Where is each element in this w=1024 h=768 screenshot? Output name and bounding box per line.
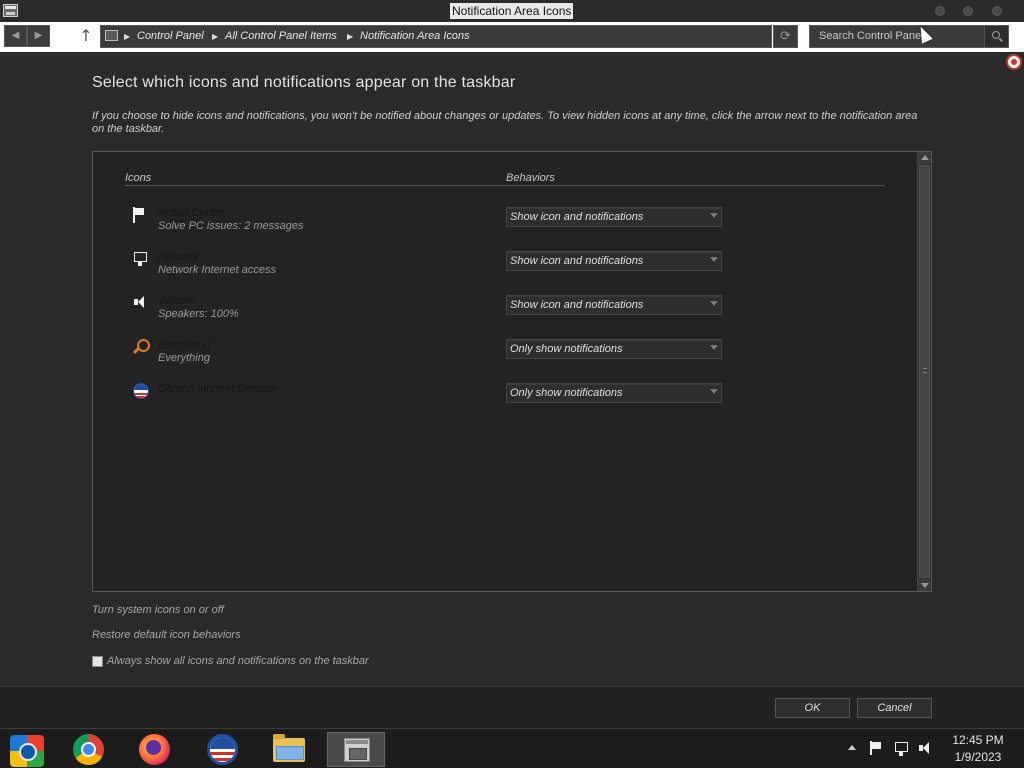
network-monitor-icon[interactable] — [894, 741, 908, 756]
system-icons-link[interactable]: Turn system icons on or off — [92, 604, 224, 616]
list-item-everything: Everything Everything Only show notifica… — [93, 339, 913, 383]
list-item-network: Network Network Internet access Show ico… — [93, 251, 913, 295]
window-title: Notification Area Icons — [450, 3, 574, 19]
item-description: Everything — [158, 352, 210, 364]
taskbar-file-explorer[interactable] — [260, 732, 318, 767]
magnifier-icon — [133, 339, 150, 355]
always-show-checkbox[interactable] — [92, 656, 103, 667]
list-item-obama-browser: Obama Internet Browser Only show notific… — [93, 383, 913, 427]
list-item-action-center: Action Center Solve PC issues: 2 message… — [93, 207, 913, 251]
breadcrumb-notification-area-icons[interactable]: Notification Area Icons — [360, 26, 470, 47]
taskbar-control-panel[interactable] — [327, 732, 385, 767]
obama-browser-icon — [207, 734, 238, 765]
firefox-icon — [139, 734, 170, 765]
behavior-value: Only show notifications — [510, 343, 623, 355]
search-placeholder: Search Control Panel — [819, 30, 924, 42]
title-bar: Notification Area Icons — [0, 0, 1024, 22]
breadcrumb-control-panel[interactable]: Control Panel — [137, 26, 204, 47]
maximize-button[interactable] — [963, 6, 973, 16]
search-icon — [992, 31, 1000, 39]
up-arrow-icon[interactable]: ↑ — [77, 26, 95, 46]
chevron-down-icon — [710, 345, 718, 350]
search-input[interactable]: Search Control Panel — [809, 25, 1009, 48]
behavior-value: Only show notifications — [510, 387, 623, 399]
chevron-down-icon — [710, 257, 718, 262]
taskbar-obama-browser[interactable] — [194, 732, 252, 767]
item-description: Solve PC issues: 2 messages — [158, 220, 304, 232]
chrome-icon — [73, 734, 104, 765]
show-hidden-icons-arrow-icon[interactable] — [848, 745, 856, 750]
scroll-up-arrow-icon[interactable] — [918, 152, 931, 164]
icons-column-header: Icons — [125, 172, 152, 184]
vertical-scrollbar[interactable] — [917, 152, 931, 591]
taskbar: 12:45 PM 1/9/2023 — [0, 728, 1024, 768]
control-panel-icon — [105, 30, 118, 41]
speaker-icon — [133, 295, 149, 311]
help-icon[interactable] — [1006, 54, 1022, 70]
item-name: Volume — [158, 295, 195, 307]
main-content: Select which icons and notifications app… — [0, 52, 1024, 686]
page-title: Select which icons and notifications app… — [92, 74, 516, 91]
item-name: Action Center — [158, 207, 225, 219]
chevron-down-icon — [710, 389, 718, 394]
header-divider — [125, 185, 885, 186]
item-description: Network Internet access — [158, 264, 276, 276]
chevron-right-icon[interactable]: ▶ — [347, 26, 353, 47]
clock-time: 12:45 PM — [952, 733, 1004, 747]
address-toolbar: ◀ ▶ ↑ ▶ Control Panel ▶ All Control Pane… — [0, 22, 1024, 52]
behavior-value: Show icon and notifications — [510, 211, 644, 223]
forward-button[interactable]: ▶ — [27, 25, 50, 47]
behavior-dropdown[interactable]: Show icon and notifications — [506, 251, 722, 271]
ok-button[interactable]: OK — [775, 698, 850, 718]
always-show-label[interactable]: Always show all icons and notifications … — [107, 655, 369, 667]
taskbar-chrome[interactable] — [60, 732, 118, 767]
start-button[interactable] — [0, 732, 58, 767]
obama-logo-icon — [133, 383, 149, 399]
behaviors-column-header: Behaviors — [506, 172, 555, 184]
behavior-value: Show icon and notifications — [510, 255, 644, 267]
behavior-dropdown[interactable]: Show icon and notifications — [506, 295, 722, 315]
icons-list-panel: Icons Behaviors Action Center Solve PC i… — [92, 151, 932, 592]
taskbar-firefox[interactable] — [126, 732, 184, 767]
clock[interactable]: 12:45 PM 1/9/2023 — [946, 732, 1010, 766]
list-item-volume: Volume Speakers: 100% Show icon and noti… — [93, 295, 913, 339]
chevron-right-icon[interactable]: ▶ — [212, 26, 218, 47]
behavior-dropdown[interactable]: Show icon and notifications — [506, 207, 722, 227]
close-button[interactable] — [992, 6, 1002, 16]
breadcrumb-all-items[interactable]: All Control Panel Items — [225, 26, 337, 47]
control-panel-icon — [344, 738, 370, 762]
scroll-thumb[interactable] — [919, 165, 930, 578]
chevron-right-icon[interactable]: ▶ — [124, 26, 130, 47]
behavior-value: Show icon and notifications — [510, 299, 644, 311]
scroll-down-arrow-icon[interactable] — [918, 579, 931, 591]
control-panel-icon[interactable] — [3, 4, 18, 17]
search-button[interactable] — [984, 26, 1008, 47]
address-bar[interactable]: ▶ Control Panel ▶ All Control Panel Item… — [100, 25, 772, 48]
chevron-down-icon — [710, 301, 718, 306]
flag-icon — [133, 207, 149, 223]
cancel-button[interactable]: Cancel — [857, 698, 932, 718]
behavior-dropdown[interactable]: Only show notifications — [506, 339, 722, 359]
file-explorer-icon — [273, 734, 305, 762]
start-orb-icon — [10, 735, 44, 767]
restore-defaults-link[interactable]: Restore default icon behaviors — [92, 629, 241, 641]
item-name: Obama Internet Browser — [158, 383, 278, 395]
speaker-icon[interactable] — [918, 741, 932, 755]
behavior-dropdown[interactable]: Only show notifications — [506, 383, 722, 403]
grip-icon — [923, 368, 927, 373]
refresh-button[interactable]: ⟳ — [773, 25, 798, 48]
clock-date: 1/9/2023 — [954, 750, 1002, 764]
chevron-down-icon — [710, 213, 718, 218]
item-name: Network — [158, 251, 199, 263]
minimize-button[interactable] — [935, 6, 945, 16]
item-description: Speakers: 100% — [158, 308, 239, 320]
flag-icon[interactable] — [870, 741, 884, 755]
network-monitor-icon — [133, 251, 149, 267]
back-button[interactable]: ◀ — [4, 25, 27, 47]
item-name: Everything — [158, 339, 210, 351]
dialog-footer: OK Cancel — [0, 686, 1024, 728]
page-description: If you choose to hide icons and notifica… — [92, 110, 918, 135]
